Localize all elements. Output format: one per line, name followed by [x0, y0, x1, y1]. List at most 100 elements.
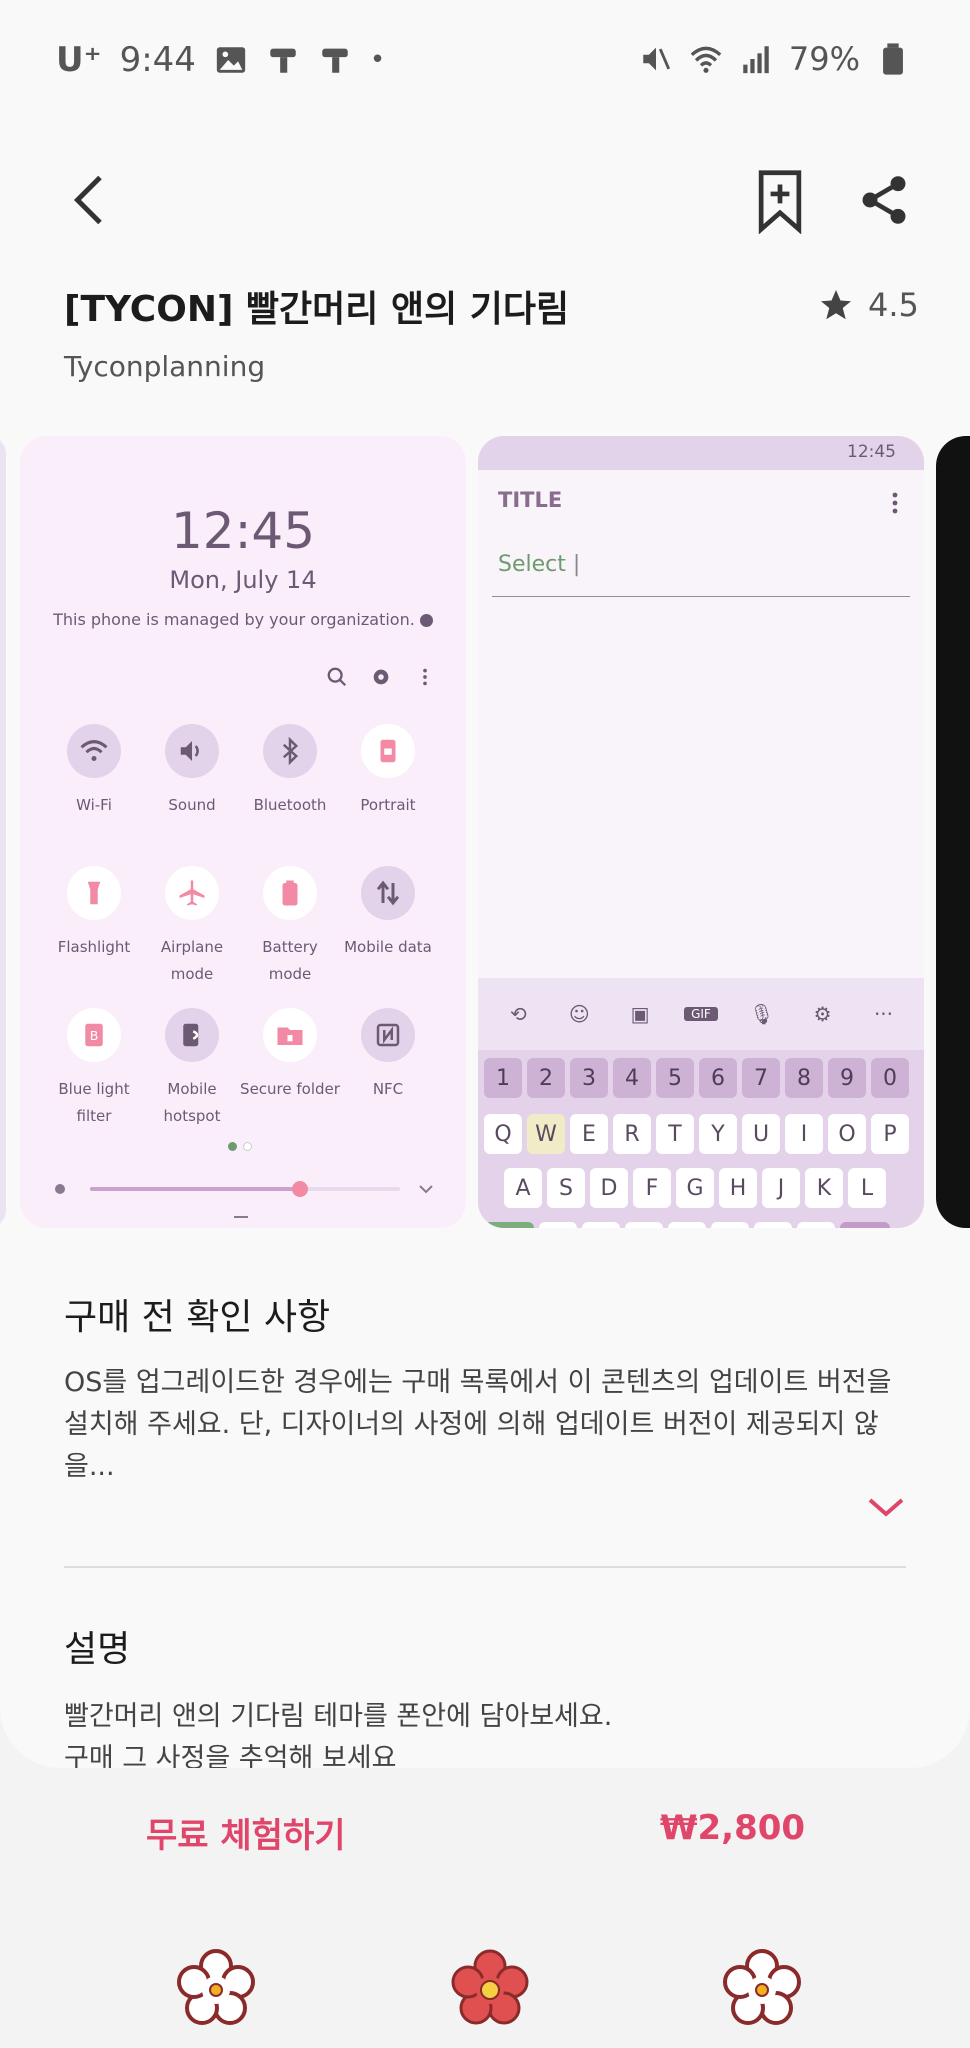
svg-text:B: B: [90, 1028, 99, 1043]
gear-icon: ⚙: [813, 1002, 832, 1026]
keyboard-toolbar: ⟲ ☺ ▣ GIF 🎙 ⚙ ···: [478, 978, 924, 1050]
key: M: [797, 1222, 835, 1228]
preview-keyboard: 12:45 TITLE Select | ⟲ ☺ ▣ GIF 🎙 ⚙ ··· 1…: [478, 436, 924, 1228]
key: N: [754, 1222, 792, 1228]
mic-icon: 🎙: [749, 1002, 775, 1026]
battery-percent: 79%: [788, 40, 860, 78]
key: C: [625, 1222, 663, 1228]
more-vert-icon: [892, 492, 898, 514]
theme-detail-card: [TYCON] 빨간머리 앤의 기다림 4.5 Tyconplanning 12…: [0, 120, 970, 1768]
key-row-3: ⇧ ZXCVBNM ⌫: [484, 1222, 890, 1228]
emoji-icon: ☺: [568, 1002, 590, 1026]
description-title: 설명: [64, 1629, 131, 1670]
brightness-slider: [55, 1181, 433, 1197]
key: X: [582, 1222, 620, 1228]
free-trial-button[interactable]: 무료 체험하기: [146, 1808, 346, 1857]
tile-wifi: Wi-Fi: [44, 724, 144, 819]
search-icon: [327, 667, 347, 687]
buy-button[interactable]: ₩2,800: [660, 1808, 805, 1848]
tile-battery-mode: Battery mode: [240, 866, 340, 988]
preview-quick-panel: 12:45 Mon, July 14 This phone is managed…: [20, 436, 466, 1228]
hotspot-icon: [183, 1023, 199, 1047]
shift-key: ⇧: [484, 1222, 534, 1228]
tile-secure-folder: Secure folder: [240, 1008, 340, 1103]
purchase-actions: 무료 체험하기 ₩2,800: [0, 1768, 970, 1918]
preview-date: Mon, July 14: [169, 566, 317, 594]
gif-icon: GIF: [683, 1007, 718, 1021]
back-flower-icon[interactable]: [176, 1948, 256, 2028]
preview-clock: 12:45: [170, 502, 316, 560]
battery-icon: [883, 43, 903, 75]
gear-icon: [373, 669, 389, 685]
flashlight-icon: [87, 881, 101, 905]
tile-portrait: Portrait: [338, 724, 438, 819]
tile-bluetooth: Bluetooth: [240, 724, 340, 819]
share-icon[interactable]: [856, 170, 912, 230]
backspace-key: ⌫: [840, 1222, 890, 1228]
theme-icon: [270, 48, 296, 73]
back-icon[interactable]: [60, 170, 120, 230]
wifi-icon: [80, 740, 108, 761]
tile-nfc: NFC: [338, 1008, 438, 1103]
home-flower-icon[interactable]: [450, 1948, 530, 2028]
description-body: 빨간머리 앤의 기다림 테마를 폰안에 담아보세요. 구매 그 사정을 추억해 …: [64, 1701, 613, 1768]
notification-dot: •: [369, 45, 386, 75]
translate-icon: ⟲: [510, 1002, 527, 1026]
key: B: [711, 1222, 749, 1228]
preview-text-field: Select |: [498, 552, 581, 577]
mobile-data-icon: [376, 880, 400, 906]
rating: 4.5: [818, 286, 919, 324]
preview-managed-notice: This phone is managed by your organizati…: [20, 610, 466, 629]
theme-title: [TYCON] 빨간머리 앤의 기다림: [64, 289, 570, 330]
chevron-down-icon[interactable]: [866, 1494, 906, 1520]
top-app-bar: [0, 150, 970, 250]
signal-icon: [743, 46, 769, 74]
tile-mobile-data: Mobile data: [338, 866, 438, 961]
tile-flashlight: Flashlight: [44, 866, 144, 961]
airplane-icon: [179, 880, 205, 906]
previous-preview-edge: [0, 436, 6, 1228]
tile-blue-light: B Blue light filter: [44, 1008, 144, 1130]
key-row-1: Q W E R T Y U I O P: [484, 1114, 909, 1154]
more-vert-icon: [423, 668, 427, 686]
nfc-icon: [376, 1023, 400, 1047]
tile-airplane: Airplane mode: [142, 866, 242, 988]
notice-title: 구매 전 확인 사항: [64, 1297, 331, 1338]
rating-value: 4.5: [868, 286, 919, 324]
key: V: [668, 1222, 706, 1228]
sticker-icon: ▣: [630, 1002, 650, 1026]
gallery-icon: [216, 47, 246, 73]
next-preview-edge: [936, 436, 970, 1228]
more-horiz-icon: ···: [873, 1002, 894, 1026]
preview-note-title: TITLE: [498, 488, 563, 512]
number-row: 1 2 3 4 5 6 7 8 9 0: [484, 1058, 909, 1098]
bluetooth-icon: [282, 736, 299, 766]
portrait-icon: [380, 739, 396, 763]
preview-status-bar: 12:45: [478, 436, 924, 470]
author-link[interactable]: Tyconplanning: [64, 350, 265, 383]
key: Z: [539, 1222, 577, 1228]
blue-light-icon: B: [85, 1023, 103, 1047]
divider: [64, 1566, 906, 1568]
recents-flower-icon[interactable]: [722, 1948, 802, 2028]
clock: 9:44: [119, 40, 196, 80]
preview-keyboard-body: ⟲ ☺ ▣ GIF 🎙 ⚙ ··· 1 2 3 4 5 6 7 8 9 0 Q …: [478, 978, 924, 1228]
bookmark-add-icon[interactable]: [756, 168, 804, 234]
sound-icon: [180, 741, 199, 761]
star-icon: [821, 290, 851, 320]
preview-carousel[interactable]: 12:45 Mon, July 14 This phone is managed…: [0, 436, 970, 1236]
key-row-2: A S D F G H J K L: [504, 1168, 886, 1208]
tile-sound: Sound: [142, 724, 242, 819]
status-bar: U⁺ 9:44 • 79%: [0, 0, 970, 120]
mute-icon: [643, 47, 670, 71]
carrier-label: U⁺: [56, 40, 102, 80]
secure-folder-icon: [277, 1027, 303, 1045]
battery-mode-icon: [282, 880, 298, 906]
notice-body: OS를 업그레이드한 경우에는 구매 목록에서 이 콘텐츠의 업데이트 버전을 …: [64, 1367, 892, 1482]
wifi-icon: [690, 46, 722, 73]
theme-nav-bar: [0, 1918, 970, 2048]
page-indicator: [228, 1142, 252, 1151]
tile-hotspot: Mobile hotspot: [142, 1008, 242, 1130]
info-icon: [419, 614, 433, 627]
theme-icon: [322, 48, 348, 73]
